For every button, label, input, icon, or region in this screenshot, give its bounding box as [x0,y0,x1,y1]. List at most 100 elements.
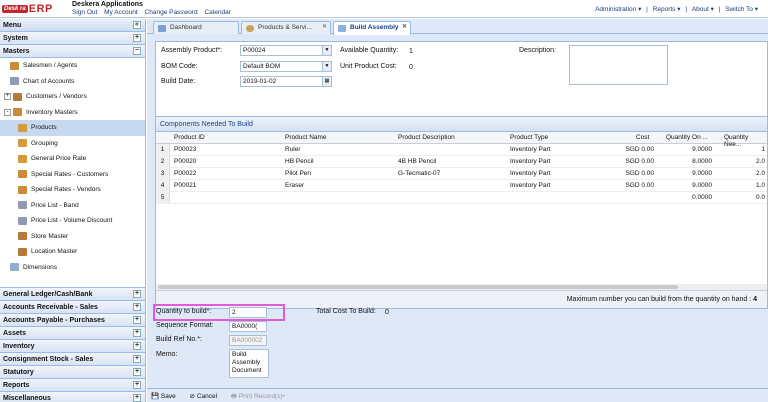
build-ref-field[interactable]: BA000002 [229,335,267,346]
table-row[interactable]: 4 P00021 Eraser Inventory Part SGD 0.00 9.000… [156,180,767,192]
sequence-format-select[interactable]: BA0000( [229,321,267,332]
cell-qoh[interactable]: 0.0000 [692,194,712,201]
col-product-description[interactable]: Product Description [398,134,455,141]
cell-qoh[interactable]: 8.0000 [692,158,712,165]
expand-icon[interactable]: + [133,34,141,42]
cell-type[interactable]: Inventory Part [510,146,550,153]
expand-icon[interactable]: + [133,342,141,350]
cancel-button[interactable]: ⊘ Cancel [190,393,224,400]
section-miscellaneous[interactable]: Miscellaneous + [0,392,145,402]
chevron-down-icon[interactable]: ▼ [322,62,331,71]
expand-icon[interactable]: + [133,394,141,402]
expand-icon[interactable]: + [133,329,141,337]
tree-item-price-list-volume-discount[interactable]: Price List - Volume Discount [0,213,145,229]
tree-item-customers-vendors[interactable]: + Customers / Vendors [0,89,145,105]
cell-qneed[interactable]: 0.0 [756,194,765,201]
expand-icon[interactable]: + [133,316,141,324]
tab-dashboard[interactable]: Dashboard [153,21,239,34]
expand-icon[interactable]: + [133,303,141,311]
cell-cost[interactable]: SGD 0.00 [625,182,654,189]
section-statutory[interactable]: Statutory + [0,366,145,379]
tree-item-grouping[interactable]: Grouping [0,136,145,152]
tree-item-price-list-band[interactable]: Price List - Band [0,198,145,214]
switch-to-menu[interactable]: Switch To ▾ [725,6,758,13]
col-product-id[interactable]: Product ID [174,134,205,141]
col-product-type[interactable]: Product Type [510,134,548,141]
tree-item-location-master[interactable]: Location Master [0,244,145,260]
col-quantity-on-hand[interactable]: Quantity On ... [666,134,708,141]
tree-item-special-rates-vendors[interactable]: Special Rates - Vendors [0,182,145,198]
cell-id[interactable]: P00022 [174,170,196,177]
build-date-field[interactable]: 2019-01-02 ▦ [240,76,332,87]
cell-name[interactable]: HB Pencil [285,158,314,165]
save-button[interactable]: 💾 Save [151,393,182,400]
col-cost[interactable]: Cost [636,134,649,141]
quantity-to-build-input[interactable]: 2 [229,307,267,318]
tree-item-store-master[interactable]: Store Master [0,229,145,245]
section-inventory[interactable]: Inventory + [0,340,145,353]
expand-icon[interactable]: + [133,368,141,376]
administration-menu[interactable]: Administration ▾ [595,6,641,13]
cell-cost[interactable]: SGD 0.00 [625,170,654,177]
about-menu[interactable]: About ▾ [692,6,714,13]
cell-qoh[interactable]: 9.0000 [692,182,712,189]
memo-textarea[interactable]: Build Assembly Document [229,349,269,378]
section-accounts-receivable-sales[interactable]: Accounts Receivable - Sales + [0,301,145,314]
collapse-sidebar-icon[interactable]: « [133,21,141,29]
section-system[interactable]: System + [0,32,145,45]
cell-qneed[interactable]: 2.0 [756,170,765,177]
print-records-button[interactable]: 🖶 Print Record(s)▾ [231,393,291,400]
cell-qneed[interactable]: 2.0 [756,158,765,165]
tree-item-inventory-masters[interactable]: - Inventory Masters [0,105,145,121]
section-reports[interactable]: Reports + [0,379,145,392]
section-general-ledger-cash-bank[interactable]: General Ledger/Cash/Bank + [0,288,145,301]
cell-qneed[interactable]: 1 [761,146,765,153]
chevron-down-icon[interactable]: ▼ [322,46,331,55]
expand-node-icon[interactable]: + [4,93,11,101]
table-row[interactable]: 3 P00022 Pilot Pen G-Tecmatic-07 Inventory P… [156,168,767,180]
cell-qoh[interactable]: 9.0000 [692,170,712,177]
cell-qoh[interactable]: 9.0000 [692,146,712,153]
tree-item-general-price-rate[interactable]: General Price Rate [0,151,145,167]
section-accounts-payable-purchases[interactable]: Accounts Payable - Purchases + [0,314,145,327]
cell-cost[interactable]: SGD 0.00 [625,146,654,153]
expand-icon[interactable]: + [133,381,141,389]
expand-icon[interactable]: + [133,355,141,363]
collapse-icon[interactable]: − [133,47,141,55]
section-assets[interactable]: Assets + [0,327,145,340]
cell-name[interactable]: Ruler [285,146,301,153]
description-textarea[interactable] [569,45,668,85]
tab-products-services[interactable]: Products & Servi... ✕ [241,21,331,34]
close-icon[interactable]: ✕ [322,23,327,30]
reports-menu[interactable]: Reports ▾ [653,6,681,13]
bom-code-select[interactable]: Default BOM ▼ [240,61,332,72]
scrollbar-thumb[interactable] [158,285,678,289]
tree-item-chart-of-accounts[interactable]: Chart of Accounts [0,74,145,90]
sign-out-link[interactable]: Sign Out [72,9,97,16]
cell-name[interactable]: Eraser [285,182,304,189]
cell-desc[interactable]: 4B HB Pencil [398,158,436,165]
tree-item-products[interactable]: Products [0,120,145,136]
expand-icon[interactable]: + [133,290,141,298]
cell-type[interactable]: Inventory Part [510,158,550,165]
cell-qneed[interactable]: 1.0 [756,182,765,189]
cell-cost[interactable]: SGD 0.00 [625,158,654,165]
tab-build-assembly[interactable]: Build Assembly ✕ [333,21,411,35]
cell-id[interactable]: P00023 [174,146,196,153]
cell-name[interactable]: Pilot Pen [285,170,311,177]
cell-id[interactable]: P00020 [174,158,196,165]
table-row[interactable]: 5 0.0000 0.0 [156,192,767,204]
calendar-icon[interactable]: ▦ [322,77,331,86]
calendar-link[interactable]: Calendar [204,9,230,16]
cell-desc[interactable]: G-Tecmatic-07 [398,170,440,177]
tree-item-dimensions[interactable]: Dimensions [0,260,145,276]
cell-type[interactable]: Inventory Part [510,170,550,177]
close-icon[interactable]: ✕ [402,23,407,30]
table-row[interactable]: 2 P00020 HB Pencil 4B HB Pencil Inventory Pa… [156,156,767,168]
table-row[interactable]: 1 P00023 Ruler Inventory Part SGD 0.00 9.0000… [156,144,767,156]
assembly-product-select[interactable]: P00024 ▼ [240,45,332,56]
col-product-name[interactable]: Product Name [285,134,327,141]
change-password-link[interactable]: Change Password [145,9,198,16]
tree-item-special-rates-customers[interactable]: Special Rates - Customers [0,167,145,183]
tree-item-salesmen-agents[interactable]: Salesmen / Agents [0,58,145,74]
